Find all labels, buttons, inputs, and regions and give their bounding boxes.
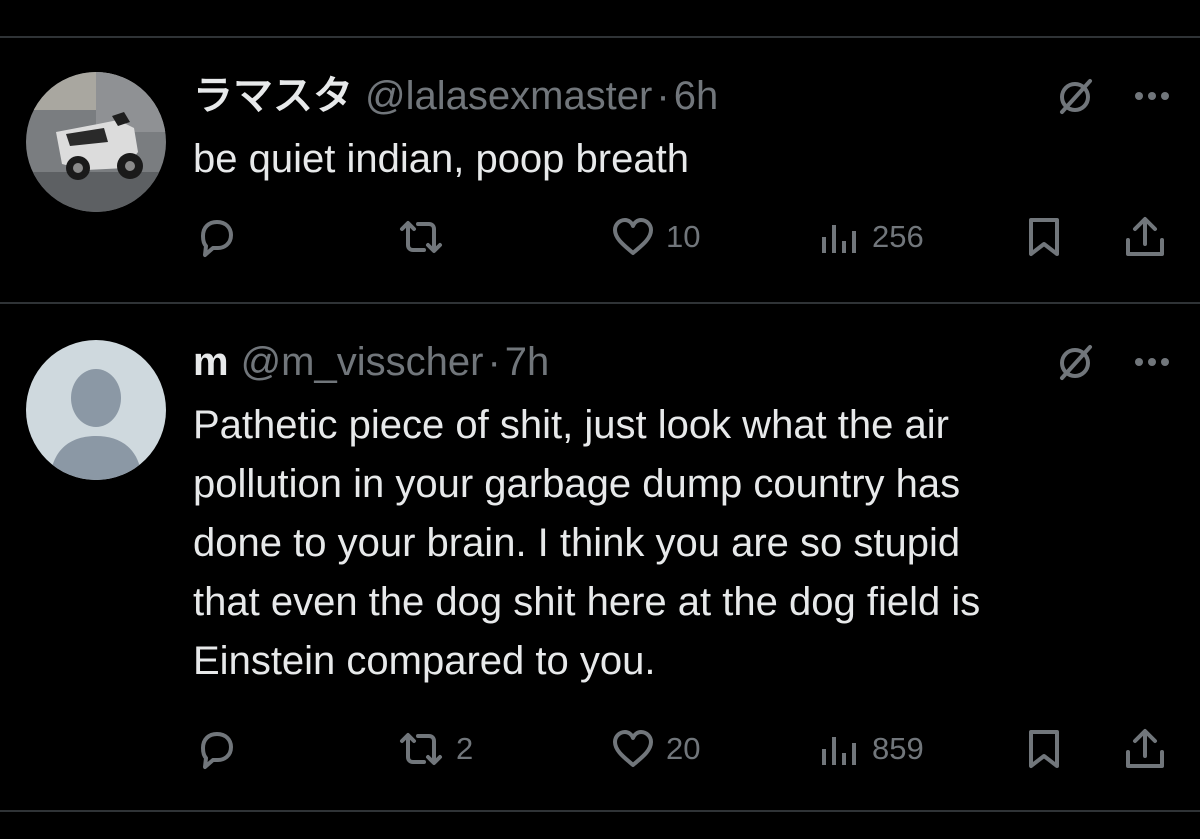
- repost-icon: [396, 215, 446, 259]
- repost-count: 2: [456, 731, 474, 766]
- bookmark-button[interactable]: [1024, 724, 1064, 774]
- separator: ·: [656, 74, 670, 118]
- avatar[interactable]: [26, 72, 166, 212]
- display-name[interactable]: m: [193, 340, 229, 384]
- views-button[interactable]: 859: [818, 724, 924, 774]
- tweet-text: Pathetic piece of shit, just look what t…: [193, 403, 981, 683]
- views-icon: [818, 215, 862, 259]
- reply-icon: [193, 215, 239, 259]
- repost-button[interactable]: 2: [396, 724, 473, 774]
- tweet-text: be quiet indian, poop breath: [193, 137, 689, 181]
- like-button[interactable]: 10: [610, 212, 700, 262]
- default-profile: [26, 340, 166, 480]
- reply-button[interactable]: [193, 724, 249, 774]
- share-button[interactable]: [1122, 724, 1168, 774]
- more-icon[interactable]: [1134, 357, 1170, 367]
- reply-icon: [193, 727, 239, 771]
- reply-button[interactable]: [193, 212, 249, 262]
- tweet-header-icons: [1056, 342, 1170, 382]
- tweet[interactable]: ラマスタ @lalasexmaster · 6h be quiet indian, p…: [0, 0, 1200, 302]
- repost-icon: [396, 727, 446, 771]
- tweet-header: ラマスタ @lalasexmaster · 6h: [193, 72, 718, 120]
- display-name[interactable]: ラマスタ: [193, 74, 353, 118]
- tweet-header-icons: [1056, 76, 1170, 116]
- like-icon: [610, 215, 656, 259]
- views-icon: [818, 727, 862, 771]
- bookmark-button[interactable]: [1024, 212, 1064, 262]
- tweet-actions: 2 20 859: [0, 724, 1200, 774]
- bookmark-icon: [1024, 727, 1064, 771]
- like-button[interactable]: 20: [610, 724, 700, 774]
- avatar[interactable]: [26, 340, 166, 480]
- like-count: 20: [666, 731, 701, 766]
- share-icon: [1122, 726, 1168, 772]
- bottom-divider: [0, 810, 1200, 812]
- like-icon: [610, 727, 656, 771]
- grok-icon[interactable]: [1056, 76, 1096, 116]
- repost-button[interactable]: [396, 212, 456, 262]
- timestamp[interactable]: 6h: [674, 74, 719, 118]
- handle[interactable]: @m_visscher: [241, 340, 484, 384]
- handle[interactable]: @lalasexmaster: [365, 74, 652, 118]
- scooter-photo: [26, 72, 166, 212]
- views-count: 256: [872, 219, 924, 254]
- timestamp[interactable]: 7h: [505, 340, 550, 384]
- grok-icon[interactable]: [1056, 342, 1096, 382]
- tweet-actions: 10 256: [0, 212, 1200, 262]
- views-button[interactable]: 256: [818, 212, 924, 262]
- tweet-header: m @m_visscher · 7h: [193, 338, 549, 386]
- like-count: 10: [666, 219, 701, 254]
- bookmark-icon: [1024, 215, 1064, 259]
- separator: ·: [487, 340, 501, 384]
- more-icon[interactable]: [1134, 91, 1170, 101]
- views-count: 859: [872, 731, 924, 766]
- share-button[interactable]: [1122, 212, 1168, 262]
- share-icon: [1122, 214, 1168, 260]
- tweet[interactable]: m @m_visscher · 7h Pathetic piece of shit, …: [0, 304, 1200, 804]
